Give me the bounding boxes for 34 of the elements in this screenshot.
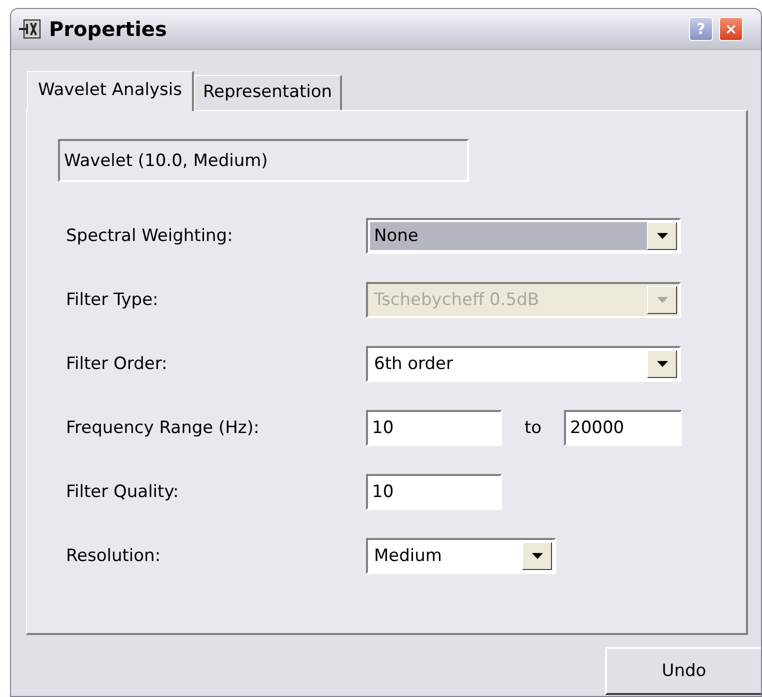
- dropdown-button[interactable]: [647, 286, 677, 314]
- tab[interactable]: Representation: [194, 75, 342, 110]
- caret-icon: [656, 297, 668, 303]
- summary-field: Wavelet (10.0, Medium): [58, 139, 469, 182]
- input-field[interactable]: 10: [366, 410, 502, 446]
- field-label: Filter Order:: [66, 354, 168, 374]
- caret-icon: [532, 553, 542, 559]
- field-value: 10: [372, 418, 394, 438]
- field-label: Frequency Range (Hz):: [66, 418, 260, 438]
- caret-icon: [656, 361, 668, 367]
- dropdown[interactable]: 6th order: [366, 346, 681, 382]
- combo-value: 6th order: [373, 353, 454, 376]
- combo-value: Tschebycheff 0.5dB: [373, 289, 540, 312]
- field-label: Resolution:: [66, 546, 162, 566]
- dropdown[interactable]: Medium: [366, 538, 556, 574]
- field-label: Filter Type:: [66, 290, 160, 310]
- field-label: Spectral Weighting:: [66, 226, 234, 246]
- input-field[interactable]: 10: [366, 474, 502, 510]
- combo-value: Medium: [373, 545, 443, 568]
- range-separator: to: [523, 418, 543, 438]
- window-title: Properties: [49, 17, 168, 41]
- dropdown-button[interactable]: [647, 222, 677, 250]
- tab[interactable]: Wavelet Analysis: [27, 71, 194, 111]
- caret-icon: [656, 233, 668, 239]
- combo-value: None: [370, 222, 647, 250]
- undo-button[interactable]: Undo: [605, 647, 761, 695]
- dropdown-button[interactable]: [647, 350, 677, 378]
- field-label: Filter Quality:: [66, 482, 180, 502]
- dropdown[interactable]: None: [366, 218, 681, 254]
- field-value: 20000: [570, 418, 624, 438]
- dropdown-button[interactable]: [522, 542, 552, 570]
- app-icon: [19, 18, 43, 40]
- input-field[interactable]: 20000: [564, 410, 682, 446]
- field-value: 10: [372, 482, 394, 502]
